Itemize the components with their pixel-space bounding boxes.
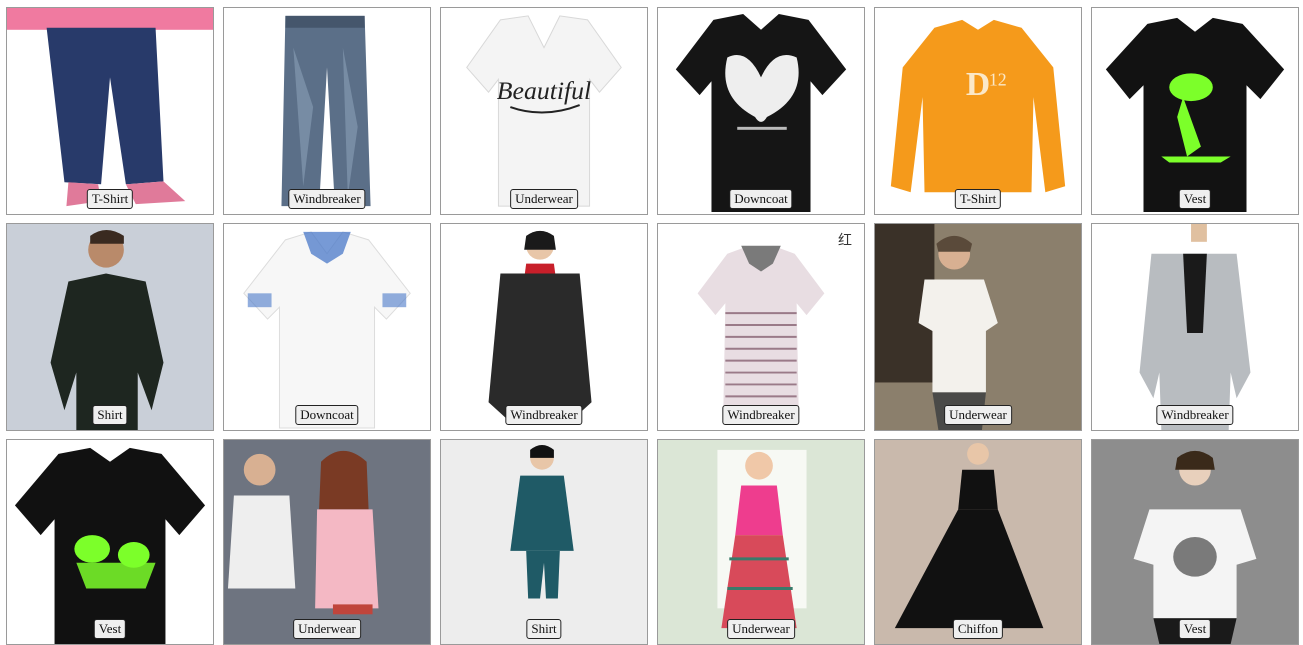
product-label: Underwear — [293, 619, 361, 639]
product-label: Windbreaker — [288, 189, 366, 209]
corner-text: 红 — [838, 233, 852, 249]
jeans-photo-icon — [7, 8, 213, 214]
product-label: Vest — [93, 619, 127, 639]
product-label: Underwear — [510, 189, 578, 209]
product-tile-6[interactable]: Vest — [1091, 7, 1299, 215]
product-tile-16[interactable]: Underwear — [657, 439, 865, 645]
product-label: Underwear — [727, 619, 795, 639]
product-tile-3[interactable]: Beautiful Underwear — [440, 7, 648, 215]
product-tile-8[interactable]: Downcoat — [223, 223, 431, 431]
product-tile-18[interactable]: Vest — [1091, 439, 1299, 645]
product-image-grid: T-Shirt Windbreaker Beautiful Underwear — [6, 7, 1302, 645]
black-tshirt-photo-icon — [658, 8, 864, 214]
man-long-sleeve-photo-icon — [7, 224, 213, 430]
product-tile-5[interactable]: D 12 T-Shirt — [874, 7, 1082, 215]
orange-sweatshirt-photo-icon: D 12 — [875, 8, 1081, 214]
product-label: Vest — [1178, 619, 1212, 639]
product-label: Shirt — [526, 619, 562, 639]
product-label: Shirt — [92, 405, 128, 425]
product-tile-7[interactable]: Shirt — [6, 223, 214, 431]
white-tshirt-photo-icon: Beautiful — [441, 8, 647, 214]
product-tile-17[interactable]: Chiffon — [874, 439, 1082, 645]
product-label: T-Shirt — [86, 189, 134, 209]
product-label: Downcoat — [729, 189, 793, 209]
product-tile-15[interactable]: Shirt — [440, 439, 648, 645]
man-tshirt-photo-icon — [875, 224, 1081, 430]
product-label: Underwear — [944, 405, 1012, 425]
product-label: Chiffon — [952, 619, 1004, 639]
product-tile-1[interactable]: T-Shirt — [6, 7, 214, 215]
svg-text:D: D — [966, 66, 990, 103]
product-label: Windbreaker — [505, 405, 583, 425]
product-label: Windbreaker — [722, 405, 800, 425]
product-label: Downcoat — [295, 405, 359, 425]
woman-pink-dress-photo-icon — [658, 440, 864, 644]
product-tile-10[interactable]: 红 Windbreaker — [657, 223, 865, 431]
woman-white-tshirt-photo-icon — [1092, 440, 1298, 644]
product-tile-9[interactable]: Windbreaker — [440, 223, 648, 431]
product-tile-11[interactable]: Underwear — [874, 223, 1082, 431]
product-tile-2[interactable]: Windbreaker — [223, 7, 431, 215]
white-polo-photo-icon — [224, 224, 430, 430]
couple-photo-icon — [224, 440, 430, 644]
man-blazer-photo-icon — [1092, 224, 1298, 430]
product-label: T-Shirt — [954, 189, 1002, 209]
black-tshirt-photo-icon — [7, 440, 213, 644]
woman-coat-photo-icon — [441, 224, 647, 430]
woman-teal-top-photo-icon — [441, 440, 647, 644]
svg-text:Beautiful: Beautiful — [497, 76, 591, 105]
product-tile-14[interactable]: Underwear — [223, 439, 431, 645]
product-tile-4[interactable]: Downcoat — [657, 7, 865, 215]
jeans-photo-icon — [224, 8, 430, 214]
svg-text:12: 12 — [989, 69, 1007, 89]
product-label: Vest — [1178, 189, 1212, 209]
black-tshirt-photo-icon — [1092, 8, 1298, 214]
striped-polo-photo-icon — [658, 224, 864, 430]
product-tile-12[interactable]: Windbreaker — [1091, 223, 1299, 431]
product-label: Windbreaker — [1156, 405, 1234, 425]
black-dress-photo-icon — [875, 440, 1081, 644]
product-tile-13[interactable]: Vest — [6, 439, 214, 645]
